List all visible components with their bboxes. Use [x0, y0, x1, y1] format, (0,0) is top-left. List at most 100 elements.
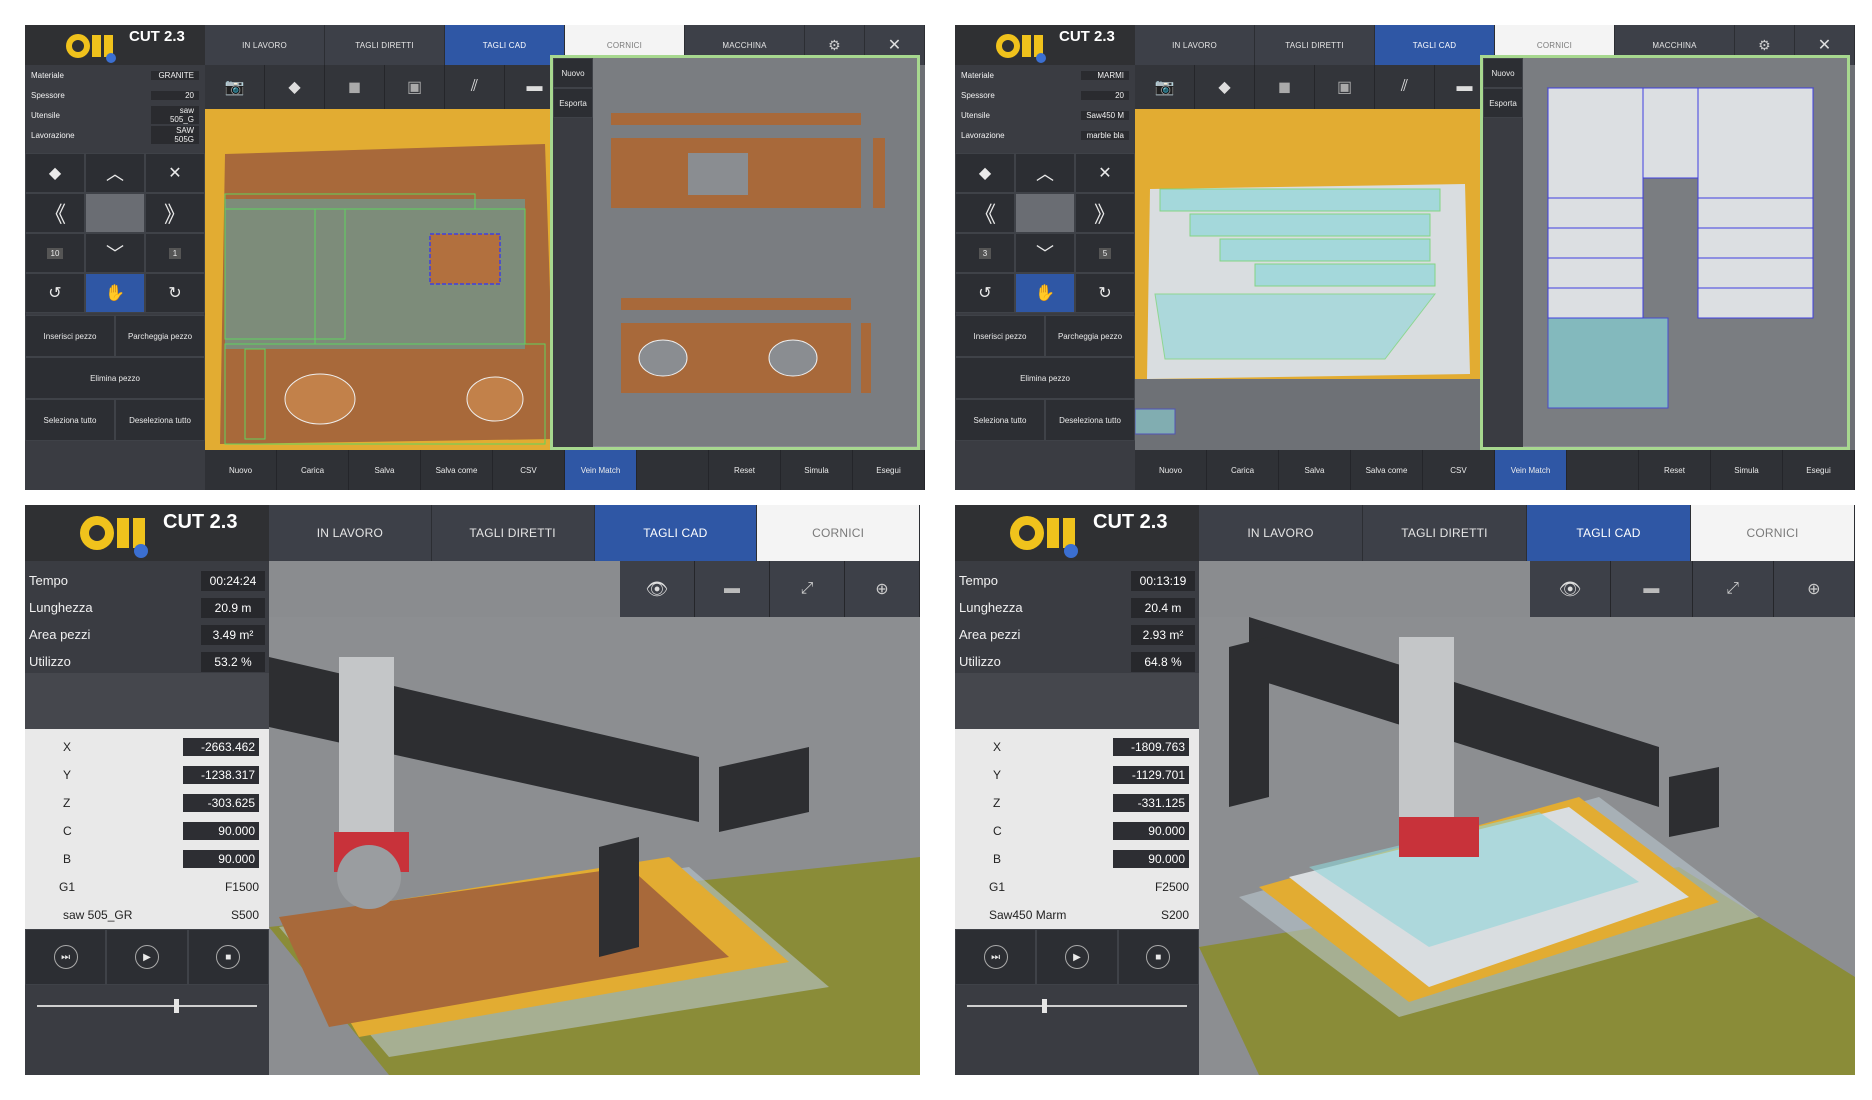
delete-piece-button[interactable]: Elimina pezzo [25, 357, 205, 399]
ruler-tool[interactable]: ▬ [1611, 561, 1693, 617]
speed-slider[interactable] [37, 991, 257, 1021]
material-value[interactable]: MARMI [1081, 70, 1129, 80]
jog-right-button[interactable]: 》 [1075, 193, 1135, 233]
simulate-button[interactable]: Simula [1711, 450, 1783, 490]
tab-tagli-cad[interactable]: TAGLI CAD [1375, 25, 1495, 65]
camera-tool[interactable]: 📷 [205, 65, 265, 109]
insert-piece-button[interactable]: Inserisci pezzo [25, 315, 115, 357]
rotate-right-button[interactable]: ↻ [145, 273, 205, 313]
machine-3d-view[interactable] [269, 617, 920, 1075]
material-value[interactable]: GRANITE [151, 70, 199, 80]
stop-button[interactable]: ■ [187, 929, 269, 985]
save-as-button[interactable]: Salva come [421, 450, 493, 490]
tab-tagli-diretti[interactable]: TAGLI DIRETTI [432, 505, 595, 561]
load-button[interactable]: Carica [1207, 450, 1279, 490]
jog-diag-button[interactable]: ◆ [955, 153, 1015, 193]
save-button[interactable]: Salva [1279, 450, 1351, 490]
zoom-in-tool[interactable]: ⊕ [845, 561, 920, 617]
clipboard-tool[interactable]: ▣ [385, 65, 445, 109]
tab-tagli-cad[interactable]: TAGLI CAD [594, 505, 758, 561]
popup-export-button[interactable]: Esporta [1483, 88, 1523, 118]
vein-match-button[interactable]: Vein Match [1495, 450, 1567, 490]
tool-value[interactable]: saw 505_G [151, 106, 199, 124]
popup-new-button[interactable]: Nuovo [553, 58, 593, 88]
jog-cross-button[interactable]: ✕ [145, 153, 205, 193]
step-left[interactable]: 3 [955, 233, 1015, 273]
insert-piece-button[interactable]: Inserisci pezzo [955, 315, 1045, 357]
rotate-right-button[interactable]: ↻ [1075, 273, 1135, 313]
jog-down-button[interactable]: ﹀ [1015, 233, 1075, 273]
step-right[interactable]: 1 [145, 233, 205, 273]
tab-tagli-cad[interactable]: TAGLI CAD [445, 25, 565, 65]
execute-button[interactable]: Esegui [1783, 450, 1855, 490]
deselect-all-button[interactable]: Deseleziona tutto [1045, 399, 1135, 441]
slider-thumb[interactable] [173, 999, 179, 1013]
tool-value[interactable]: Saw450 M [1081, 110, 1129, 120]
vein-tool[interactable]: ⫽ [1375, 65, 1435, 109]
stop-button[interactable]: ■ [1117, 929, 1199, 985]
select-all-button[interactable]: Seleziona tutto [25, 399, 115, 441]
vein-match-button[interactable]: Vein Match [565, 450, 637, 490]
deselect-all-button[interactable]: Deseleziona tutto [115, 399, 205, 441]
rotate-left-button[interactable]: ↺ [25, 273, 85, 313]
popup-new-button[interactable]: Nuovo [1483, 58, 1523, 88]
rotate-mode-button[interactable]: ✋ [85, 273, 145, 313]
pieces-tool[interactable]: ◼ [325, 65, 385, 109]
machine-3d-view[interactable] [1199, 617, 1855, 1075]
tab-tagli-diretti[interactable]: TAGLI DIRETTI [325, 25, 445, 65]
jog-left-button[interactable]: 《 [955, 193, 1015, 233]
execute-button[interactable]: Esegui [853, 450, 925, 490]
tab-cornici[interactable]: CORNICI [757, 505, 920, 561]
jog-diag-button[interactable]: ◆ [25, 153, 85, 193]
save-as-button[interactable]: Salva come [1351, 450, 1423, 490]
clipboard-tool[interactable]: ▣ [1315, 65, 1375, 109]
layer-tool[interactable]: ◆ [265, 65, 325, 109]
camera-tool[interactable]: 📷 [1135, 65, 1195, 109]
delete-piece-button[interactable]: Elimina pezzo [955, 357, 1135, 399]
rotate-mode-button[interactable]: ✋ [1015, 273, 1075, 313]
vein-tool[interactable]: ⫽ [445, 65, 505, 109]
step-button[interactable]: ⏭ [955, 929, 1037, 985]
tab-tagli-diretti[interactable]: TAGLI DIRETTI [1363, 505, 1527, 561]
layer-tool[interactable]: ◆ [1195, 65, 1255, 109]
new-button[interactable]: Nuovo [205, 450, 277, 490]
popup-export-button[interactable]: Esporta [553, 88, 593, 118]
jog-up-button[interactable]: ︿ [1015, 153, 1075, 193]
cad-canvas[interactable] [1135, 109, 1495, 450]
rotate-left-button[interactable]: ↺ [955, 273, 1015, 313]
play-button[interactable]: ▶ [1036, 929, 1118, 985]
zoom-in-tool[interactable]: ⊕ [1774, 561, 1855, 617]
park-piece-button[interactable]: Parcheggia pezzo [115, 315, 205, 357]
zoom-fit-tool[interactable]: ⤢ [1693, 561, 1774, 617]
view-toggle-tool[interactable]: 👁 [620, 561, 695, 617]
csv-button[interactable]: CSV [493, 450, 565, 490]
jog-down-button[interactable]: ﹀ [85, 233, 145, 273]
step-left[interactable]: 10 [25, 233, 85, 273]
jog-left-button[interactable]: 《 [25, 193, 85, 233]
step-right[interactable]: 5 [1075, 233, 1135, 273]
cad-canvas[interactable] [205, 109, 565, 450]
tab-in-lavoro[interactable]: IN LAVORO [269, 505, 432, 561]
thickness-value[interactable]: 20 [151, 90, 199, 100]
thickness-value[interactable]: 20 [1081, 90, 1129, 100]
slider-thumb[interactable] [1042, 999, 1047, 1013]
tab-in-lavoro[interactable]: IN LAVORO [1135, 25, 1255, 65]
tab-in-lavoro[interactable]: IN LAVORO [205, 25, 325, 65]
new-button[interactable]: Nuovo [1135, 450, 1207, 490]
view-toggle-tool[interactable]: 👁 [1530, 561, 1612, 617]
step-button[interactable]: ⏭ [25, 929, 107, 985]
jog-up-button[interactable]: ︿ [85, 153, 145, 193]
tab-in-lavoro[interactable]: IN LAVORO [1199, 505, 1363, 561]
jog-right-button[interactable]: 》 [145, 193, 205, 233]
tab-tagli-cad[interactable]: TAGLI CAD [1527, 505, 1691, 561]
play-button[interactable]: ▶ [106, 929, 188, 985]
zoom-fit-tool[interactable]: ⤢ [770, 561, 845, 617]
csv-button[interactable]: CSV [1423, 450, 1495, 490]
pieces-tool[interactable]: ◼ [1255, 65, 1315, 109]
load-button[interactable]: Carica [277, 450, 349, 490]
tab-tagli-diretti[interactable]: TAGLI DIRETTI [1255, 25, 1375, 65]
process-value[interactable]: SAW 505G [151, 126, 199, 144]
process-value[interactable]: marble bla [1081, 130, 1129, 140]
save-button[interactable]: Salva [349, 450, 421, 490]
tab-cornici[interactable]: CORNICI [1691, 505, 1855, 561]
